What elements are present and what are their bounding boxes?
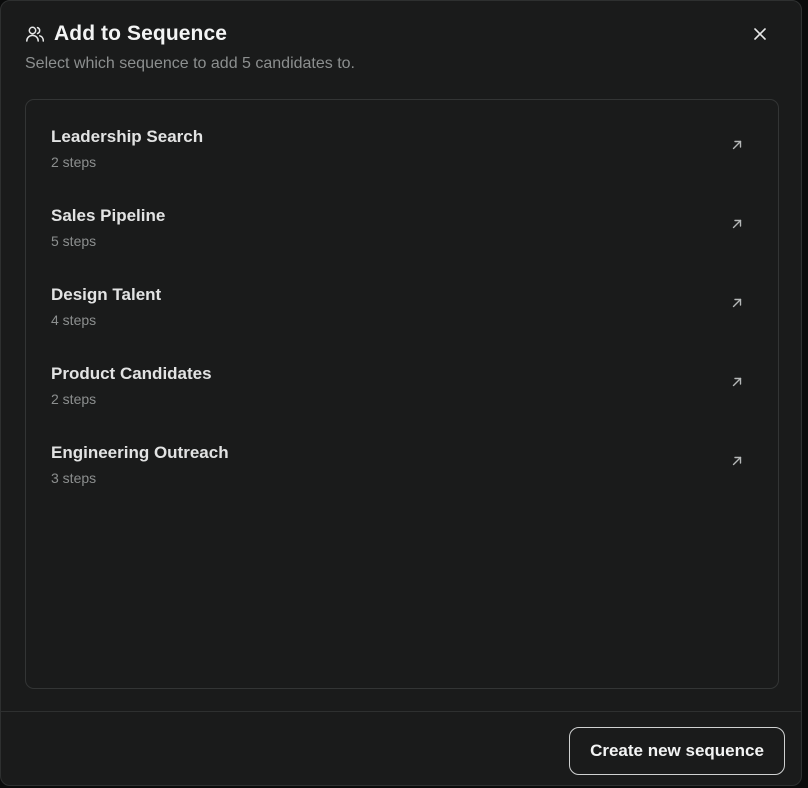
sequence-steps: 3 steps (51, 470, 97, 486)
add-to-sequence-dialog: Add to Sequence Select which sequence to… (0, 0, 802, 786)
create-new-sequence-button[interactable]: Create new sequence (569, 727, 785, 775)
open-external-arrow-icon[interactable] (730, 296, 744, 310)
sequence-steps: 2 steps (51, 154, 97, 170)
sequence-item-sales-pipeline[interactable]: Sales Pipeline 5 steps (26, 206, 778, 278)
sequence-list: Leadership Search 2 steps Sales Pipeline… (25, 99, 779, 689)
dialog-subtitle: Select which sequence to add 5 candidate… (25, 55, 355, 72)
footer-divider (1, 711, 801, 712)
open-external-arrow-icon[interactable] (730, 454, 744, 468)
sequence-name: Engineering Outreach (51, 443, 229, 462)
sequence-name: Leadership Search (51, 127, 204, 146)
sequence-steps: 5 steps (51, 233, 97, 249)
open-external-arrow-icon[interactable] (730, 138, 744, 152)
sequence-item-product-candidates[interactable]: Product Candidates 2 steps (26, 364, 778, 436)
open-external-arrow-icon[interactable] (730, 375, 744, 389)
title-row: Add to Sequence (25, 21, 777, 47)
sequence-steps: 2 steps (51, 391, 97, 407)
sequence-item-design-talent[interactable]: Design Talent 4 steps (26, 285, 778, 357)
users-icon (25, 24, 45, 44)
sequence-name: Product Candidates (51, 364, 212, 383)
sequence-name: Design Talent (51, 285, 162, 304)
sequence-steps: 4 steps (51, 312, 97, 328)
open-external-arrow-icon[interactable] (730, 217, 744, 231)
sequence-item-leadership-search[interactable]: Leadership Search 2 steps (26, 127, 778, 199)
dialog-header: Add to Sequence Select which sequence to… (25, 21, 777, 73)
sequence-name: Sales Pipeline (51, 206, 166, 225)
close-icon (754, 28, 766, 40)
sequence-item-engineering-outreach[interactable]: Engineering Outreach 3 steps (26, 443, 778, 515)
close-button[interactable] (749, 23, 771, 45)
dialog-title: Add to Sequence (54, 22, 228, 45)
background-edge (802, 0, 808, 788)
